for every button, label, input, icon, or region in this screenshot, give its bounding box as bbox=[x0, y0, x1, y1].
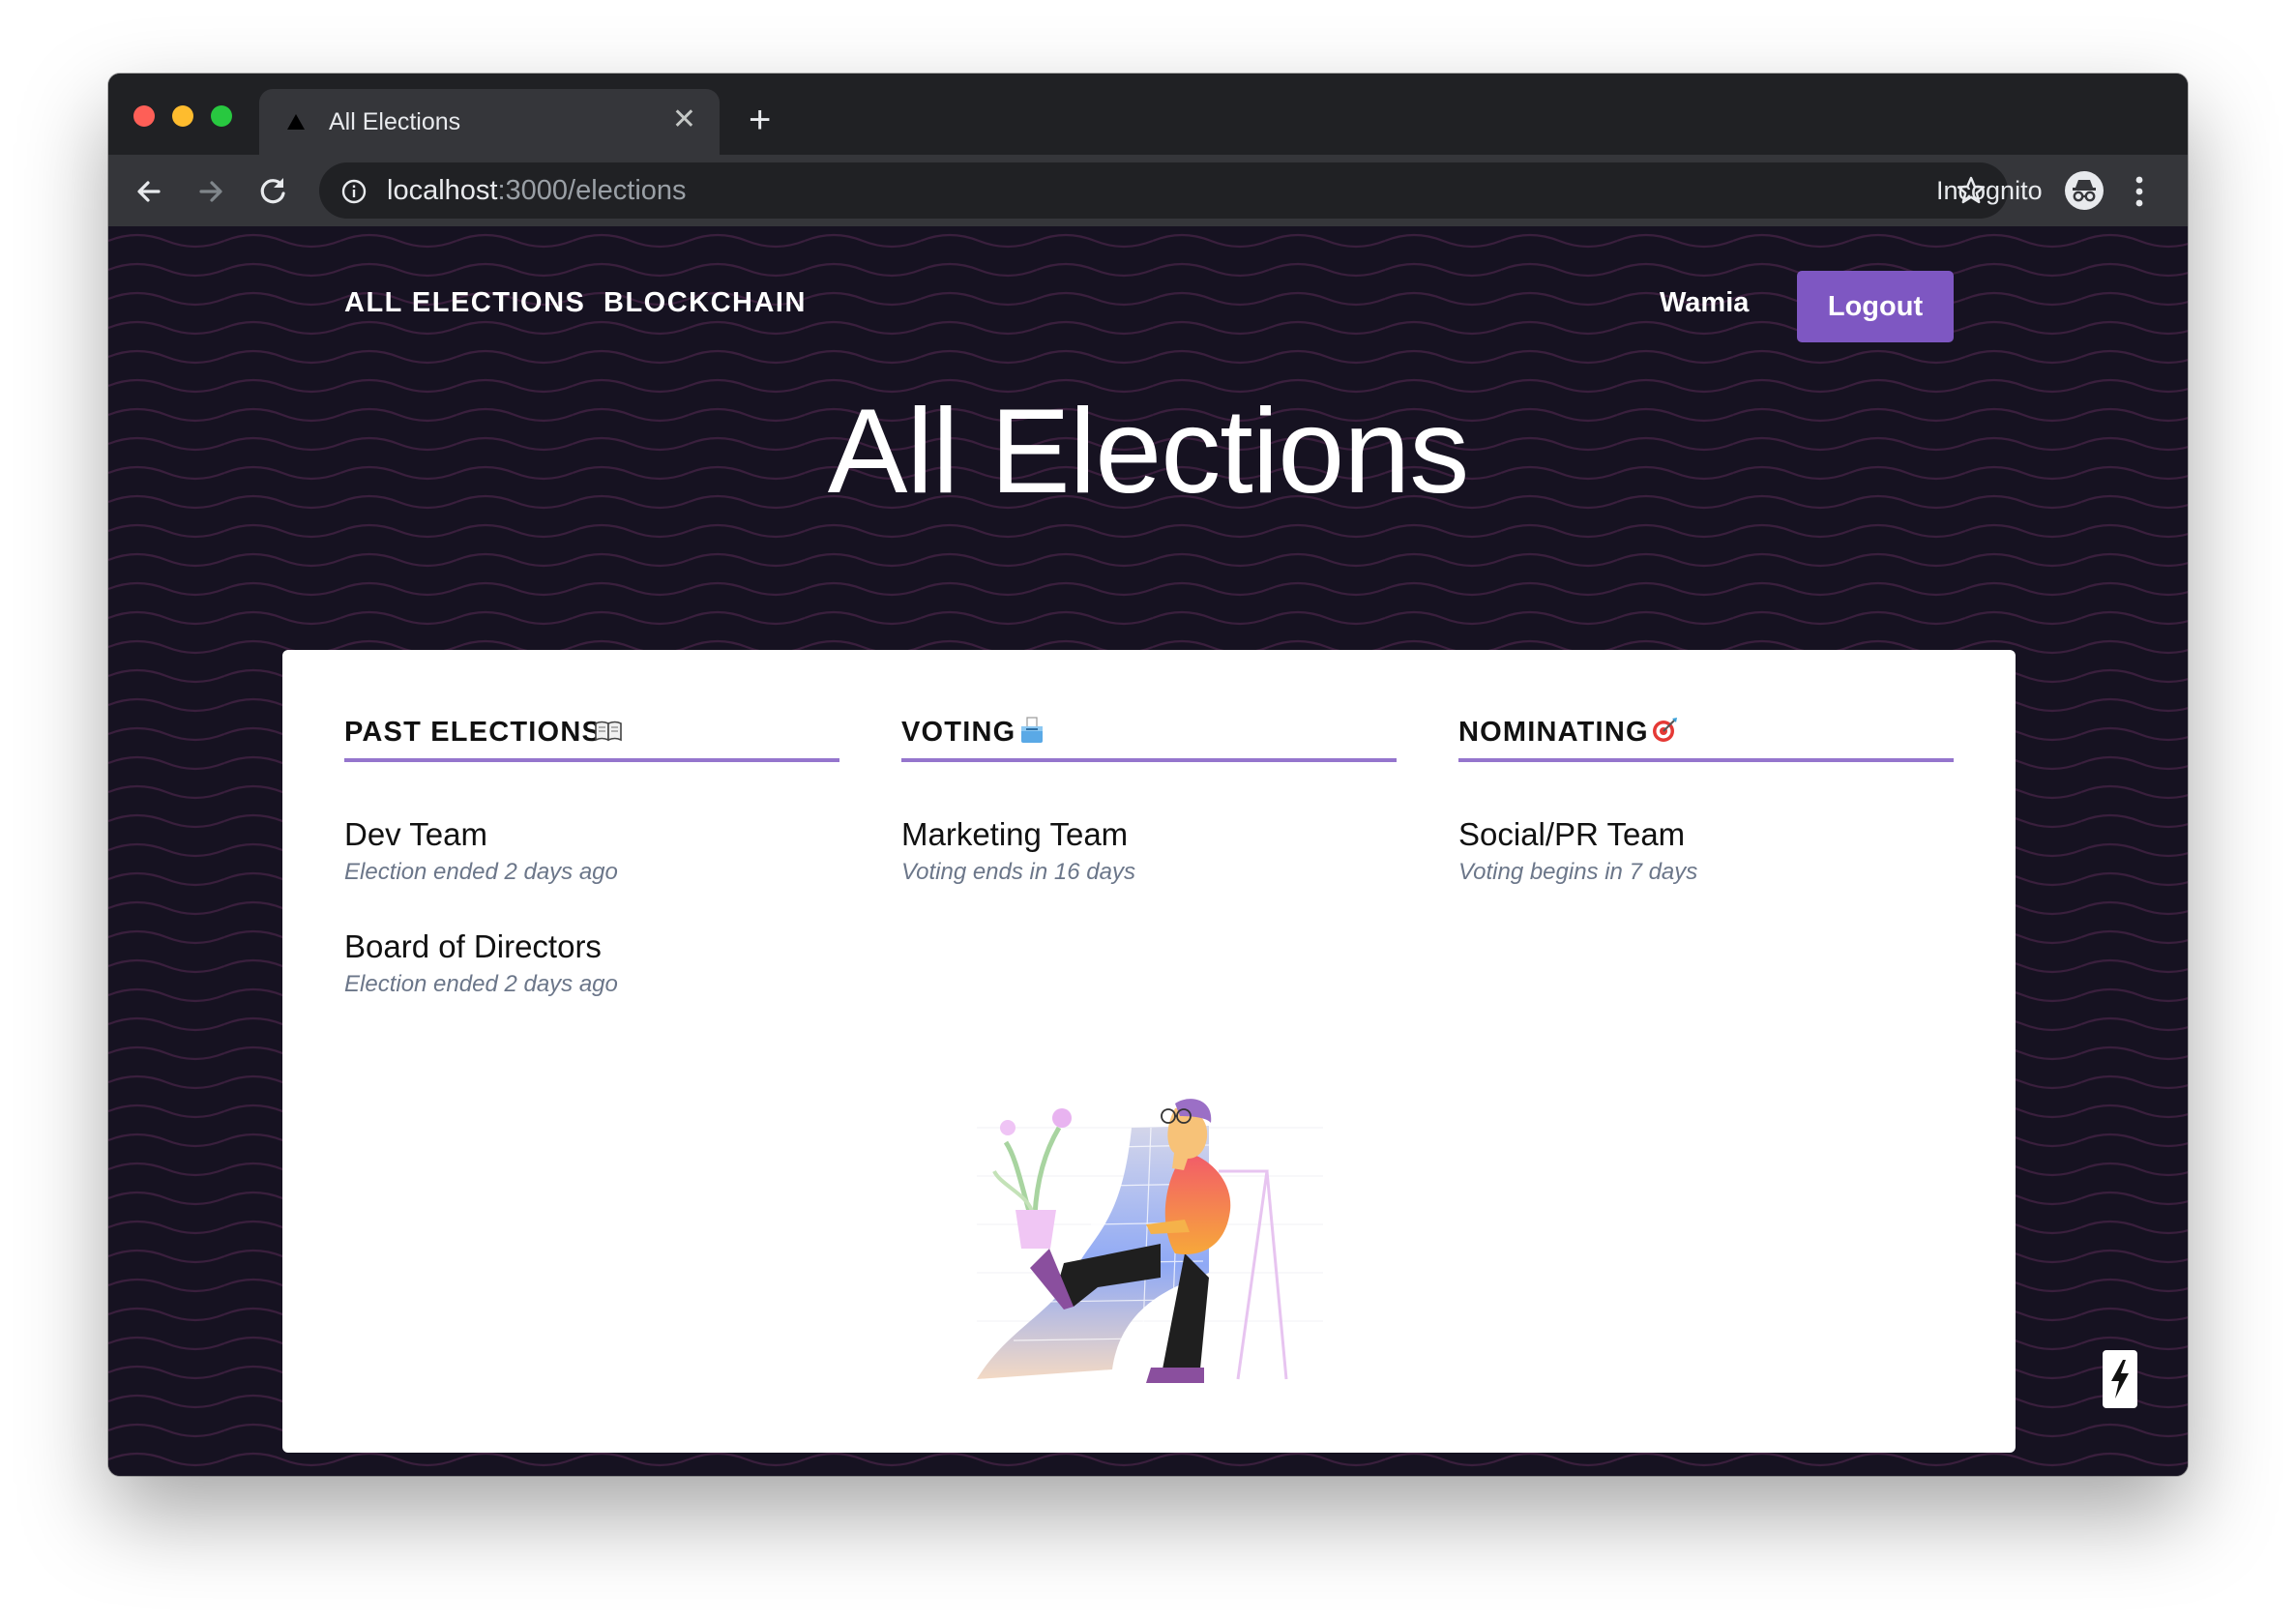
dev-indicator-badge[interactable] bbox=[2103, 1350, 2137, 1408]
logout-button[interactable]: Logout bbox=[1797, 271, 1954, 342]
minimize-window-button[interactable] bbox=[172, 105, 193, 127]
election-status: Voting begins in 7 days bbox=[1458, 859, 1698, 885]
browser-tab[interactable]: All Elections ✕ bbox=[259, 89, 720, 155]
voting-header: VOTING bbox=[901, 708, 1397, 762]
info-icon[interactable] bbox=[340, 178, 368, 205]
election-name[interactable]: Dev Team bbox=[344, 816, 487, 853]
new-tab-button[interactable]: + bbox=[749, 101, 771, 139]
tab-title: All Elections bbox=[329, 108, 461, 135]
past-elections-title: PAST ELECTIONS bbox=[344, 717, 603, 748]
back-arrow-icon[interactable] bbox=[130, 172, 168, 211]
elections-card: PAST ELECTIONS Dev Team Election ended 2… bbox=[282, 650, 2016, 1453]
tab-close-icon[interactable]: ✕ bbox=[672, 105, 696, 134]
incognito-label: Incognito bbox=[1936, 176, 2043, 205]
browser-window: All Elections ✕ + localhost:3000/electio… bbox=[108, 74, 2188, 1476]
url-path: :3000/elections bbox=[497, 175, 687, 206]
user-name[interactable]: Wamia bbox=[1660, 286, 1749, 319]
site-favicon-icon bbox=[287, 114, 305, 130]
voting-title: VOTING bbox=[901, 717, 1016, 748]
person-reading-ballot-illustration bbox=[977, 1099, 1323, 1383]
book-icon bbox=[595, 721, 622, 742]
forward-arrow-icon[interactable] bbox=[191, 172, 230, 211]
more-menu-icon[interactable] bbox=[2134, 172, 2145, 211]
election-name[interactable]: Marketing Team bbox=[901, 816, 1128, 853]
past-elections-header: PAST ELECTIONS bbox=[344, 708, 839, 762]
reload-icon[interactable] bbox=[253, 172, 292, 211]
nav-all-elections-link[interactable]: ALL ELECTIONS bbox=[344, 286, 585, 319]
election-status: Election ended 2 days ago bbox=[344, 859, 618, 885]
nav-blockchain-link[interactable]: BLOCKCHAIN bbox=[603, 286, 807, 319]
browser-toolbar: localhost:3000/elections Incognito bbox=[108, 155, 2188, 226]
address-bar[interactable]: localhost:3000/elections bbox=[319, 162, 2008, 219]
page-title: All Elections bbox=[827, 385, 1469, 518]
lightning-bolt-icon bbox=[2111, 1360, 2129, 1398]
ballot-box-icon bbox=[1021, 717, 1043, 743]
tab-strip: All Elections ✕ + bbox=[108, 74, 2188, 155]
page-content: ALL ELECTIONS BLOCKCHAIN Wamia Logout Al… bbox=[108, 226, 2188, 1476]
nominating-header: NOMINATING bbox=[1458, 708, 1954, 762]
election-status: Election ended 2 days ago bbox=[344, 971, 618, 997]
election-status: Voting ends in 16 days bbox=[901, 859, 1135, 885]
target-icon bbox=[1653, 718, 1677, 742]
url-host: localhost bbox=[387, 175, 498, 206]
url-text[interactable]: localhost:3000/elections bbox=[387, 176, 687, 205]
incognito-icon[interactable] bbox=[2064, 170, 2105, 211]
election-name[interactable]: Social/PR Team bbox=[1458, 816, 1685, 853]
nominating-title: NOMINATING bbox=[1458, 717, 1649, 748]
election-name[interactable]: Board of Directors bbox=[344, 928, 602, 965]
maximize-window-button[interactable] bbox=[211, 105, 232, 127]
close-window-button[interactable] bbox=[133, 105, 155, 127]
